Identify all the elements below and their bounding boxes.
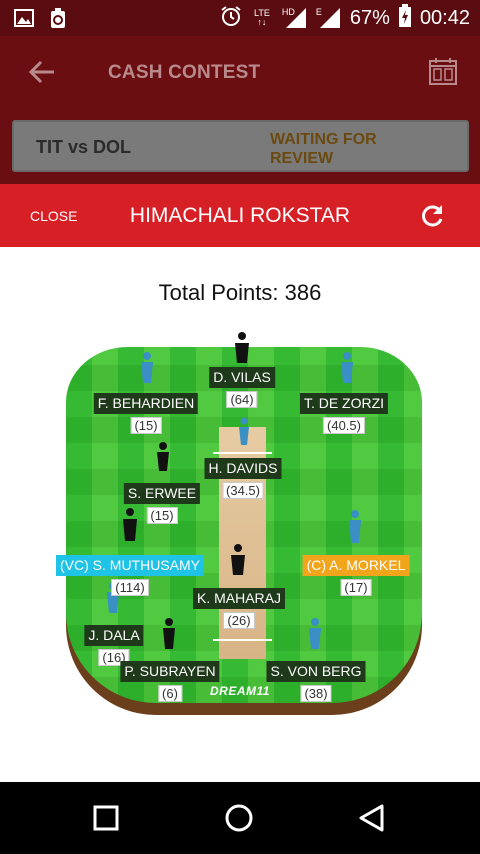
player-card[interactable]: H. DAVIDS (34.5) — [204, 458, 282, 499]
brand-logo: DREAM11 — [210, 684, 270, 698]
player-figure-icon — [239, 417, 249, 445]
player-card-vice-captain[interactable]: (VC) S. MUTHUSAMY (114) — [56, 555, 204, 596]
player-points: (40.5) — [323, 417, 365, 434]
screen: LTE ↑↓ HD E 67% 00:42 CASH CONTEST TIT v… — [0, 0, 480, 854]
player-name: P. SUBRAYEN — [120, 661, 220, 682]
triangle-back-icon — [356, 804, 388, 838]
circle-icon — [223, 804, 255, 838]
player-name: H. DAVIDS — [204, 458, 282, 479]
e-label: E — [315, 7, 322, 17]
back-button[interactable] — [26, 58, 58, 86]
page-title: CASH CONTEST — [108, 62, 261, 83]
player-card[interactable]: T. DE ZORZI (40.5) — [299, 393, 389, 434]
player-name: K. MAHARAJ — [192, 588, 286, 609]
player-points: (26) — [223, 612, 255, 629]
player-figure-icon — [341, 352, 353, 383]
home-button[interactable] — [223, 802, 255, 834]
match-teams: TIT vs DOL — [36, 137, 132, 157]
player-points: (34.5) — [222, 482, 264, 499]
arrow-left-icon — [26, 60, 58, 90]
cricket-field: DREAM11 D. VILAS (64) F. BEHARDIEN (15) — [0, 247, 480, 782]
player-name: (VC) S. MUTHUSAMY — [56, 555, 204, 576]
recents-button[interactable] — [90, 802, 122, 834]
match-status: WAITING FOR REVIEW — [270, 131, 377, 167]
square-icon — [90, 805, 122, 838]
player-name: S. VON BERG — [266, 661, 366, 682]
calendar-icon — [428, 58, 458, 90]
player-points: (15) — [146, 507, 178, 524]
player-card[interactable]: S. ERWEE (15) — [123, 483, 201, 524]
player-name: J. DALA — [84, 625, 144, 646]
player-points: (38) — [300, 685, 332, 702]
player-name: F. BEHARDIEN — [93, 393, 199, 414]
player-name: T. DE ZORZI — [299, 393, 389, 414]
player-figure-icon — [235, 332, 249, 363]
player-figure-icon — [157, 442, 169, 471]
dialog-header: CLOSE HIMACHALI ROKSTAR — [0, 184, 480, 247]
signal-icon-2: E — [316, 6, 342, 30]
signal-icon: HD — [282, 6, 308, 30]
player-figure-icon — [141, 352, 153, 383]
hd-label: HD — [281, 7, 295, 17]
player-name: S. ERWEE — [123, 483, 201, 504]
crease-top — [213, 452, 272, 454]
player-card[interactable]: J. DALA (16) — [84, 625, 144, 666]
player-card[interactable]: D. VILAS (64) — [209, 367, 275, 408]
player-figure-icon — [309, 618, 321, 649]
player-figure-icon — [163, 618, 175, 649]
back-nav-button[interactable] — [356, 802, 388, 834]
data-arrows-icon: ↑↓ — [257, 17, 267, 27]
refresh-button[interactable] — [418, 202, 446, 230]
player-card-captain[interactable]: (C) A. MORKEL (17) — [302, 555, 410, 596]
player-card[interactable]: F. BEHARDIEN (15) — [93, 393, 199, 434]
team-name: HIMACHALI ROKSTAR — [129, 204, 351, 227]
player-figure-icon — [231, 544, 245, 575]
status-bar: LTE ↑↓ HD E 67% 00:42 — [0, 0, 480, 36]
battery-percent: 67% — [349, 6, 390, 29]
system-nav-bar — [0, 782, 480, 854]
dialog-body: Total Points: 386 DREAM11 D. VILAS (64) … — [0, 247, 480, 782]
player-card[interactable]: S. VON BERG (38) — [266, 661, 366, 702]
player-name: (C) A. MORKEL — [302, 555, 410, 576]
player-points: (114) — [111, 579, 149, 596]
crease-bottom — [213, 639, 272, 641]
player-points: (17) — [340, 579, 372, 596]
alarm-icon — [220, 5, 242, 32]
match-card[interactable]: TIT vs DOL WAITING FOR REVIEW — [12, 120, 469, 172]
refresh-icon — [418, 205, 446, 234]
app-bar: CASH CONTEST TIT vs DOL WAITING FOR REVI… — [0, 36, 480, 184]
calendar-button[interactable] — [428, 56, 458, 86]
player-points: (15) — [130, 417, 162, 434]
player-figure-icon — [349, 510, 361, 543]
clock: 00:42 — [419, 6, 470, 29]
player-name: D. VILAS — [209, 367, 275, 388]
player-points: (6) — [158, 685, 182, 702]
player-card[interactable]: K. MAHARAJ (26) — [192, 588, 286, 629]
player-card[interactable]: P. SUBRAYEN (6) — [120, 661, 220, 702]
player-points: (64) — [226, 391, 258, 408]
recycle-icon — [48, 7, 68, 29]
gallery-icon — [14, 7, 34, 29]
battery-charging-icon — [398, 3, 412, 33]
